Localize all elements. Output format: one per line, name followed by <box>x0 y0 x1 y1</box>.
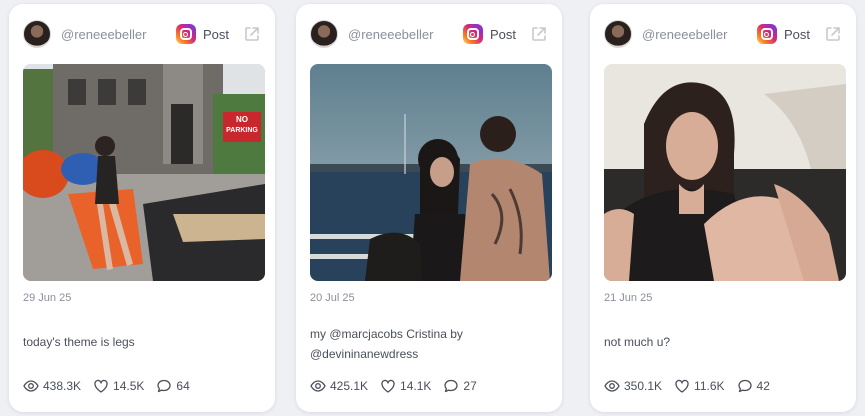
avatar[interactable] <box>23 20 51 48</box>
heart-icon <box>675 379 689 393</box>
card-header: @reneeebeller Post <box>310 18 548 50</box>
eye-icon <box>604 380 620 392</box>
comments-stat: 64 <box>156 378 190 394</box>
username[interactable]: @reneeebeller <box>61 27 176 42</box>
post-caption: not much u? <box>604 335 671 349</box>
instagram-icon[interactable] <box>756 24 777 44</box>
views-stat: 438.3K <box>23 378 81 394</box>
comments-stat: 42 <box>737 378 770 394</box>
instagram-icon[interactable] <box>175 24 196 44</box>
post-stats: 425.1K 14.1K 27 <box>310 378 489 394</box>
likes-stat: 14.1K <box>380 378 431 394</box>
comment-icon <box>157 379 172 393</box>
likes-stat: 11.6K <box>674 378 725 394</box>
post-card[interactable]: @reneeebeller Post 21 Jun 25 not much u?… <box>590 4 856 412</box>
likes-count: 14.5K <box>113 379 145 393</box>
heart-icon <box>381 379 395 393</box>
views-count: 438.3K <box>43 379 82 393</box>
comment-icon <box>444 379 459 393</box>
sign-text: PARKING <box>226 127 258 134</box>
username[interactable]: @reneeebeller <box>642 27 757 42</box>
views-count: 350.1K <box>624 379 663 393</box>
views-stat: 425.1K <box>310 378 368 394</box>
instagram-icon[interactable] <box>462 24 483 44</box>
post-date: 29 Jun 25 <box>23 292 72 304</box>
comments-count: 27 <box>463 379 477 393</box>
post-stats: 350.1K 11.6K 42 <box>604 378 782 394</box>
avatar[interactable] <box>310 20 338 48</box>
likes-count: 14.1K <box>400 379 432 393</box>
card-header: @reneeebeller Post <box>604 18 842 50</box>
post-type-label[interactable]: Post <box>784 27 810 42</box>
post-card[interactable]: @reneeebeller Post NO PARKING 29 Jun 25 … <box>9 4 275 412</box>
avatar[interactable] <box>604 20 632 48</box>
post-photo[interactable] <box>310 64 552 281</box>
post-type-label[interactable]: Post <box>203 27 229 42</box>
post-type-label[interactable]: Post <box>490 27 516 42</box>
comments-stat: 27 <box>443 378 477 394</box>
eye-icon <box>310 380 326 392</box>
post-date: 20 Jul 25 <box>310 292 355 304</box>
post-card[interactable]: @reneeebeller Post 20 Jul 25 my @marcjac… <box>296 4 562 412</box>
post-date: 21 Jun 25 <box>604 292 653 304</box>
likes-stat: 14.5K <box>93 378 144 394</box>
post-photo[interactable] <box>604 64 846 281</box>
views-count: 425.1K <box>330 379 369 393</box>
post-photo[interactable]: NO PARKING <box>23 64 265 281</box>
comment-icon <box>737 379 752 393</box>
likes-count: 11.6K <box>694 379 725 393</box>
eye-icon <box>23 380 39 392</box>
comments-count: 42 <box>756 379 770 393</box>
card-header: @reneeebeller Post <box>23 18 261 50</box>
views-stat: 350.1K <box>604 378 662 394</box>
sign-text: NO <box>236 115 248 124</box>
post-stats: 438.3K 14.5K 64 <box>23 378 202 394</box>
external-link-icon[interactable] <box>824 25 842 43</box>
comments-count: 64 <box>176 379 190 393</box>
post-caption: today's theme is legs <box>23 335 135 349</box>
external-link-icon[interactable] <box>243 25 261 43</box>
username[interactable]: @reneeebeller <box>348 27 463 42</box>
heart-icon <box>94 379 108 393</box>
post-caption: my @marcjacobs Cristina by @devininanewd… <box>310 327 463 361</box>
external-link-icon[interactable] <box>530 25 548 43</box>
